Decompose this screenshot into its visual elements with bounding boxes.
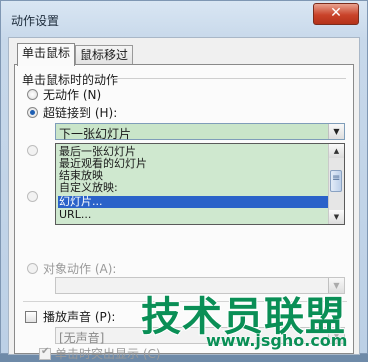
hyperlink-combo-value: 下一张幻灯片 [59,127,132,141]
highlight-checkbox[interactable] [39,346,51,360]
tab-mouse-click[interactable]: 单击鼠标 [17,43,76,66]
no-action-radio[interactable] [27,89,38,100]
scroll-thumb[interactable]: ≡ [330,170,342,192]
dropdown-scrollbar[interactable]: ▲ ≡ ▼ [328,144,344,224]
chevron-down-icon[interactable]: ▼ [328,124,344,139]
no-action-label: 无动作 (N) [43,88,102,102]
scroll-down-icon[interactable]: ▼ [329,210,344,224]
watermark-url: www.jsgho.com [205,331,348,351]
close-button[interactable]: ✕ [313,3,359,25]
play-sound-label: 播放声音 (P): [43,310,116,324]
dialog-title: 动作设置 [11,14,60,28]
hyperlink-radio[interactable] [27,107,38,118]
hyperlink-label: 超链接到 (H): [43,106,118,120]
close-icon: ✕ [330,5,342,21]
tab-mouse-over[interactable]: 鼠标移过 [75,45,134,65]
grip-icon: ≡ [332,173,341,184]
action-settings-dialog: 动作设置 ✕ 单击鼠标 鼠标移过 单击鼠标时的动作 无动作 (N) 超链接到 (… [0,0,368,361]
dropdown-item-selected[interactable]: 幻灯片... [58,196,329,208]
sound-combo-value: [无声音] [59,331,105,345]
run-program-radio[interactable] [27,145,38,156]
dropdown-item[interactable]: URL... [58,209,329,221]
hyperlink-dropdown-list: 最后一张幻灯片 最近观看的幻灯片 结束放映 自定义放映: 幻灯片... URL.… [55,143,345,225]
run-macro-radio[interactable] [27,191,38,202]
section-divider [110,78,346,79]
hyperlink-combo[interactable]: 下一张幻灯片 ▼ [55,123,345,141]
object-action-radio[interactable] [27,263,38,274]
dropdown-item[interactable]: 自定义放映: [58,182,329,194]
object-action-label: 对象动作 (A): [43,262,117,276]
scroll-up-icon[interactable]: ▲ [329,144,344,158]
play-sound-checkbox[interactable] [25,311,37,323]
title-bar: 动作设置 ✕ [1,1,367,37]
